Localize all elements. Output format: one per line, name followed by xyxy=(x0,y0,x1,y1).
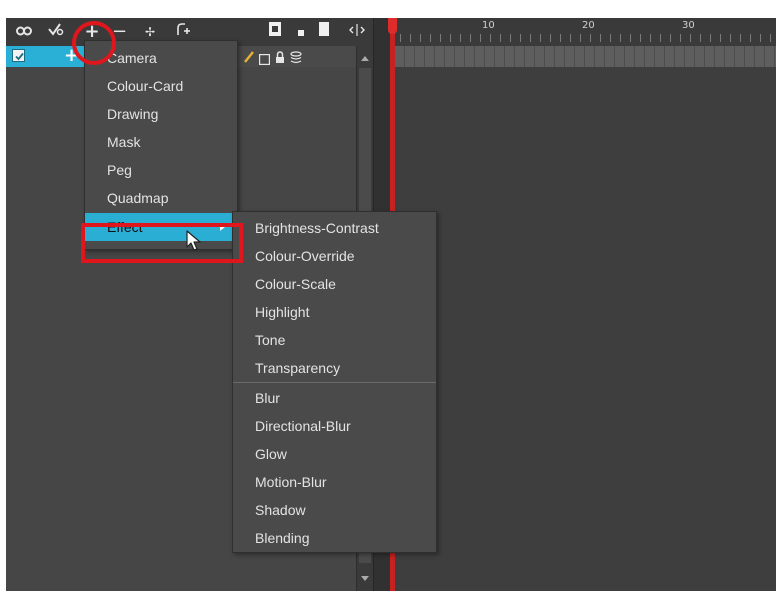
small-dot-icon[interactable] xyxy=(296,22,306,42)
layer-tools xyxy=(237,46,356,67)
menu-item-brightness-contrast[interactable]: Brightness-Contrast xyxy=(233,214,436,242)
menu-item-label: Tone xyxy=(255,332,286,348)
playhead-handle[interactable] xyxy=(388,18,397,34)
ruler-mark: 10 xyxy=(482,20,495,31)
layers-icon[interactable] xyxy=(290,49,302,68)
lock-icon[interactable] xyxy=(275,49,285,68)
effect-submenu: Brightness-Contrast Colour-Override Colo… xyxy=(232,211,437,553)
ruler-ticks xyxy=(390,34,776,42)
menu-item-colour-override[interactable]: Colour-Override xyxy=(233,242,436,270)
menu-item-label: Quadmap xyxy=(107,190,169,206)
add-layer-menu: Camera Colour-Card Drawing Mask Peg Quad… xyxy=(84,40,238,250)
onion-skin-icon[interactable] xyxy=(14,22,34,42)
highlight-rectangle xyxy=(81,223,243,263)
timeline-view: + − ✢ + 10 20 30 Camera Colour-Card Draw… xyxy=(6,18,776,591)
menu-item-label: Peg xyxy=(107,162,132,178)
menu-item-blending[interactable]: Blending xyxy=(233,524,436,552)
menu-item-label: Shadow xyxy=(255,502,306,518)
thumbnail-icon[interactable] xyxy=(268,22,282,42)
menu-item-label: Colour-Override xyxy=(255,248,355,264)
menu-item-label: Motion-Blur xyxy=(255,474,327,490)
expand-icon[interactable] xyxy=(348,22,366,42)
menu-item-label: Directional-Blur xyxy=(255,418,351,434)
menu-item-shadow[interactable]: Shadow xyxy=(233,496,436,524)
column-icon[interactable] xyxy=(318,22,330,42)
menu-item-mask[interactable]: Mask xyxy=(85,128,237,156)
menu-item-drawing[interactable]: Drawing xyxy=(85,100,237,128)
menu-item-blur[interactable]: Blur xyxy=(233,384,436,412)
scroll-up-icon[interactable] xyxy=(361,56,369,61)
menu-item-label: Brightness-Contrast xyxy=(255,220,379,236)
ruler-mark: 30 xyxy=(682,20,695,31)
menu-item-label: Transparency xyxy=(255,360,341,376)
menu-item-label: Mask xyxy=(107,134,141,150)
menu-item-transparency[interactable]: Transparency xyxy=(233,354,436,382)
menu-item-label: Drawing xyxy=(107,106,159,122)
menu-item-label: Blur xyxy=(255,390,280,406)
mouse-cursor-icon xyxy=(186,230,202,256)
menu-item-directional-blur[interactable]: Directional-Blur xyxy=(233,412,436,440)
menu-item-label: Colour-Card xyxy=(107,78,184,94)
enable-disable-icon[interactable] xyxy=(46,22,66,42)
frame-ruler[interactable]: 10 20 30 xyxy=(390,18,776,46)
scroll-down-icon[interactable] xyxy=(361,576,369,581)
menu-item-label: Glow xyxy=(255,446,287,462)
menu-item-peg[interactable]: Peg xyxy=(85,156,237,184)
menu-separator xyxy=(233,382,436,383)
menu-item-highlight[interactable]: Highlight xyxy=(233,298,436,326)
menu-item-label: Blending xyxy=(255,530,310,546)
pencil-icon[interactable] xyxy=(243,49,255,68)
menu-item-glow[interactable]: Glow xyxy=(233,440,436,468)
add-drawing-icon[interactable] xyxy=(174,22,192,42)
menu-item-label: Highlight xyxy=(255,304,310,320)
frame-cells-row[interactable] xyxy=(395,46,776,67)
menu-item-colour-card[interactable]: Colour-Card xyxy=(85,72,237,100)
highlight-circle xyxy=(72,21,116,65)
square-icon[interactable] xyxy=(258,50,271,69)
menu-item-label: Colour-Scale xyxy=(255,276,336,292)
menu-item-quadmap[interactable]: Quadmap xyxy=(85,184,237,212)
menu-item-motion-blur[interactable]: Motion-Blur xyxy=(233,468,436,496)
ruler-mark: 20 xyxy=(582,20,595,31)
menu-item-colour-scale[interactable]: Colour-Scale xyxy=(233,270,436,298)
add-peg-icon[interactable]: ✢ xyxy=(142,22,158,42)
menu-item-tone[interactable]: Tone xyxy=(233,326,436,354)
layer-enable-checkbox[interactable] xyxy=(12,49,25,62)
